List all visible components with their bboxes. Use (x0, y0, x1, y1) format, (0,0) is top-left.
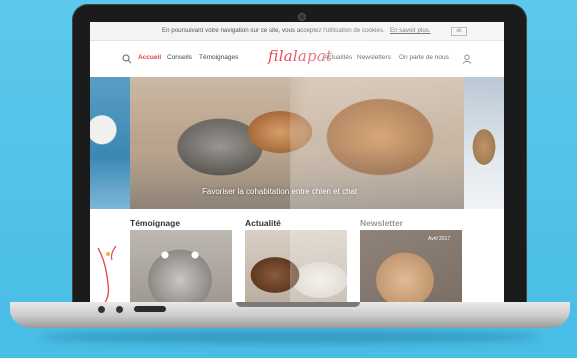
port-icon (98, 306, 105, 313)
temoignage-card-image[interactable] (130, 230, 232, 306)
decorative-illustration (97, 245, 117, 305)
laptop-shadow (40, 330, 540, 344)
nav-item-conseils[interactable]: Conseils (167, 54, 192, 61)
cookie-bar: En poursuivant votre navigation sur ce s… (90, 22, 504, 41)
actualite-card-image[interactable] (245, 230, 347, 306)
nav-item-actualites[interactable]: Actualités (324, 54, 352, 61)
search-icon[interactable] (122, 54, 132, 64)
hero-carousel[interactable]: Favoriser la cohabitation entre chien et… (90, 77, 504, 209)
main-nav: Accueil Conseils Témoignages filalapat A… (90, 41, 504, 77)
laptop-screen: En poursuivant votre navigation sur ce s… (90, 22, 504, 306)
laptop-base-notch (236, 302, 360, 307)
cookie-text: En poursuivant votre navigation sur ce s… (162, 27, 385, 34)
hero-caption[interactable]: Favoriser la cohabitation entre chien et… (202, 187, 357, 196)
hero-caption-shade (130, 147, 464, 209)
cookie-learn-more-link[interactable]: En savoir plus. (390, 22, 431, 40)
nav-item-accueil[interactable]: Accueil (138, 54, 161, 61)
newsletter-date: Avril 2017 (428, 236, 451, 242)
nav-item-temoignages[interactable]: Témoignages (199, 54, 238, 61)
port-icon (116, 306, 123, 313)
nav-item-newsletters[interactable]: Newsletters (357, 54, 391, 61)
site-logo[interactable]: filalapat (268, 47, 332, 65)
section-title-newsletter[interactable]: Newsletter (360, 218, 403, 228)
carousel-next-slide-image[interactable] (464, 77, 504, 209)
usb-port-icon (134, 306, 166, 312)
cookie-ok-button[interactable]: ok (451, 27, 467, 36)
carousel-prev-slide-image[interactable] (90, 77, 130, 209)
nav-item-on-parle-de-nous[interactable]: On parle de nous (399, 54, 449, 61)
user-icon[interactable] (462, 54, 472, 64)
section-title-temoignage[interactable]: Témoignage (130, 218, 180, 228)
section-title-actualite[interactable]: Actualité (245, 218, 281, 228)
camera-icon (298, 13, 306, 21)
